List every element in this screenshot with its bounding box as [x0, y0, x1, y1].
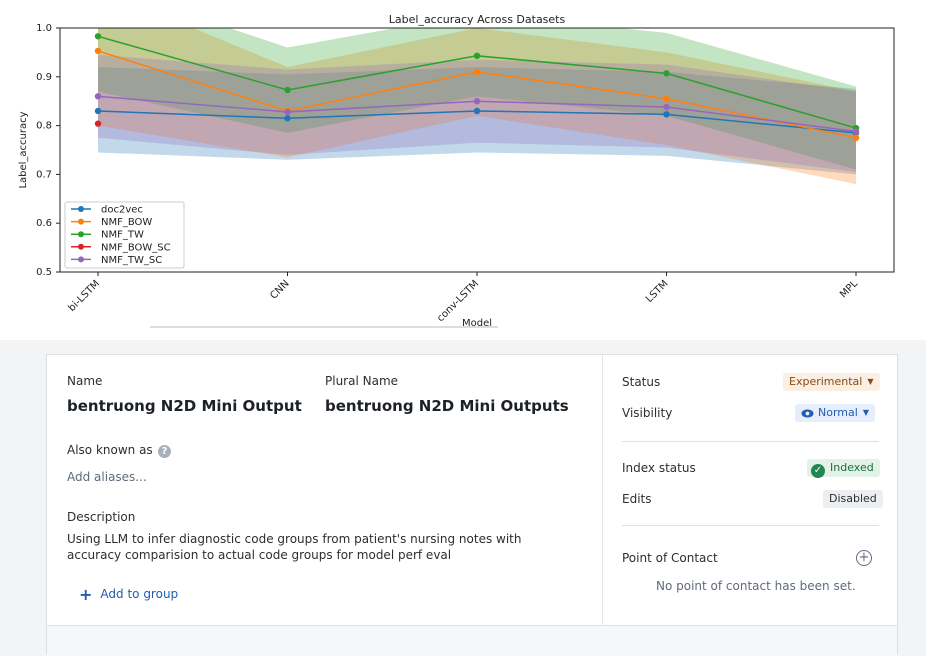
point-NMF_TW — [284, 86, 291, 94]
legend-label: NMF_BOW — [101, 217, 152, 228]
y-tick-label: 0.8 — [36, 121, 52, 132]
point-doc2vec — [663, 111, 670, 118]
eye-icon — [801, 406, 814, 424]
description-text[interactable]: Using LLM to infer diagnostic code group… — [67, 531, 567, 563]
point-NMF_TW_SC — [852, 128, 860, 135]
visibility-label: Visibility — [622, 406, 673, 420]
status-value: Experimental — [789, 375, 863, 388]
help-icon[interactable]: ? — [158, 445, 171, 458]
legend-marker — [78, 256, 84, 263]
accuracy-line-chart: Label_accuracy Across Datasets 0.5 0.6 0.7… — [18, 13, 895, 329]
point-NMF_BOW_SC — [94, 120, 102, 127]
y-tick-label: 1.0 — [36, 23, 52, 34]
point-doc2vec — [473, 107, 481, 115]
point-NMF_BOW — [663, 95, 670, 102]
point-NMF_TW — [473, 52, 481, 60]
point-NMF_BOW — [852, 134, 860, 141]
y-tick-label: 0.7 — [36, 169, 52, 180]
index-status-label: Index status — [622, 461, 696, 475]
x-tick-label: CNN — [268, 278, 291, 301]
add-to-group-button[interactable]: + Add to group — [79, 585, 178, 604]
y-axis: 0.5 0.6 0.7 0.8 0.9 1.0 — [36, 23, 60, 278]
point-NMF_TW — [663, 70, 670, 77]
chart-title: Label_accuracy Across Datasets — [389, 13, 566, 26]
add-to-group-label: Add to group — [100, 587, 179, 601]
chart-panel: Label_accuracy Across Datasets 0.5 0.6 0.7… — [0, 0, 926, 340]
caret-down-icon: ▼ — [862, 408, 869, 417]
legend-label: NMF_TW — [101, 230, 144, 241]
x-tick-label: MPL — [838, 278, 860, 300]
legend-label: NMF_TW_SC — [101, 255, 162, 266]
divider — [622, 441, 879, 442]
status-dropdown[interactable]: Experimental ▼ — [783, 373, 880, 391]
visibility-dropdown[interactable]: Normal ▼ — [795, 404, 875, 422]
legend-marker — [78, 218, 84, 225]
status-label: Status — [622, 375, 661, 389]
point-doc2vec — [284, 115, 291, 122]
point-NMF_TW_SC — [284, 108, 291, 116]
legend-marker — [78, 231, 84, 238]
point-NMF_BOW — [473, 68, 481, 76]
y-tick-label: 0.5 — [36, 267, 52, 278]
name-value[interactable]: bentruong N2D Mini Output — [67, 397, 302, 415]
caret-down-icon: ▼ — [867, 377, 874, 386]
point-NMF_TW — [94, 33, 102, 40]
index-status-badge: ✓ Indexed — [807, 459, 880, 478]
x-tick-label: bi-LSTM — [66, 278, 102, 314]
index-status-value: Indexed — [830, 461, 874, 474]
edits-badge: Disabled — [823, 490, 883, 508]
point-NMF_TW_SC — [473, 98, 481, 105]
add-contact-icon[interactable]: + — [856, 550, 872, 566]
x-axis: bi-LSTM CNN conv-LSTM LSTM MPL — [66, 272, 860, 324]
dataset-info-card: Name bentruong N2D Mini Output Plural Na… — [46, 354, 898, 656]
card-footer — [47, 625, 897, 656]
aka-label: Also known as — [67, 443, 153, 457]
visibility-value: Normal — [818, 406, 858, 419]
plus-icon: + — [79, 585, 93, 604]
y-axis-label: Label_accuracy — [18, 111, 29, 188]
point-NMF_BOW — [94, 47, 102, 55]
edits-label: Edits — [622, 492, 652, 506]
check-circle-icon: ✓ — [811, 464, 825, 478]
legend-marker — [78, 243, 84, 250]
point-NMF_TW_SC — [94, 93, 102, 100]
legend-label: doc2vec — [101, 205, 143, 216]
name-label: Name — [67, 374, 103, 388]
column-divider — [602, 355, 603, 625]
legend-marker — [78, 206, 84, 212]
x-tick-label: LSTM — [644, 278, 671, 305]
description-label: Description — [67, 510, 136, 524]
y-tick-label: 0.6 — [36, 218, 52, 229]
add-aliases-input[interactable]: Add aliases... — [67, 470, 147, 484]
legend-label: NMF_BOW_SC — [101, 242, 171, 253]
plural-name-label: Plural Name — [325, 374, 399, 388]
plural-name-value[interactable]: bentruong N2D Mini Outputs — [325, 397, 569, 415]
divider — [622, 525, 879, 526]
y-tick-label: 0.9 — [36, 72, 52, 83]
no-contact-message: No point of contact has been set. — [656, 579, 856, 593]
point-NMF_TW_SC — [663, 103, 670, 111]
point-doc2vec — [94, 107, 102, 115]
x-axis-label: Model — [462, 318, 492, 329]
point-of-contact-label: Point of Contact — [622, 551, 718, 565]
chart-legend: doc2vecNMF_BOW NMF_TWNMF_BOW_SC NMF_TW_SC — [64, 201, 185, 269]
